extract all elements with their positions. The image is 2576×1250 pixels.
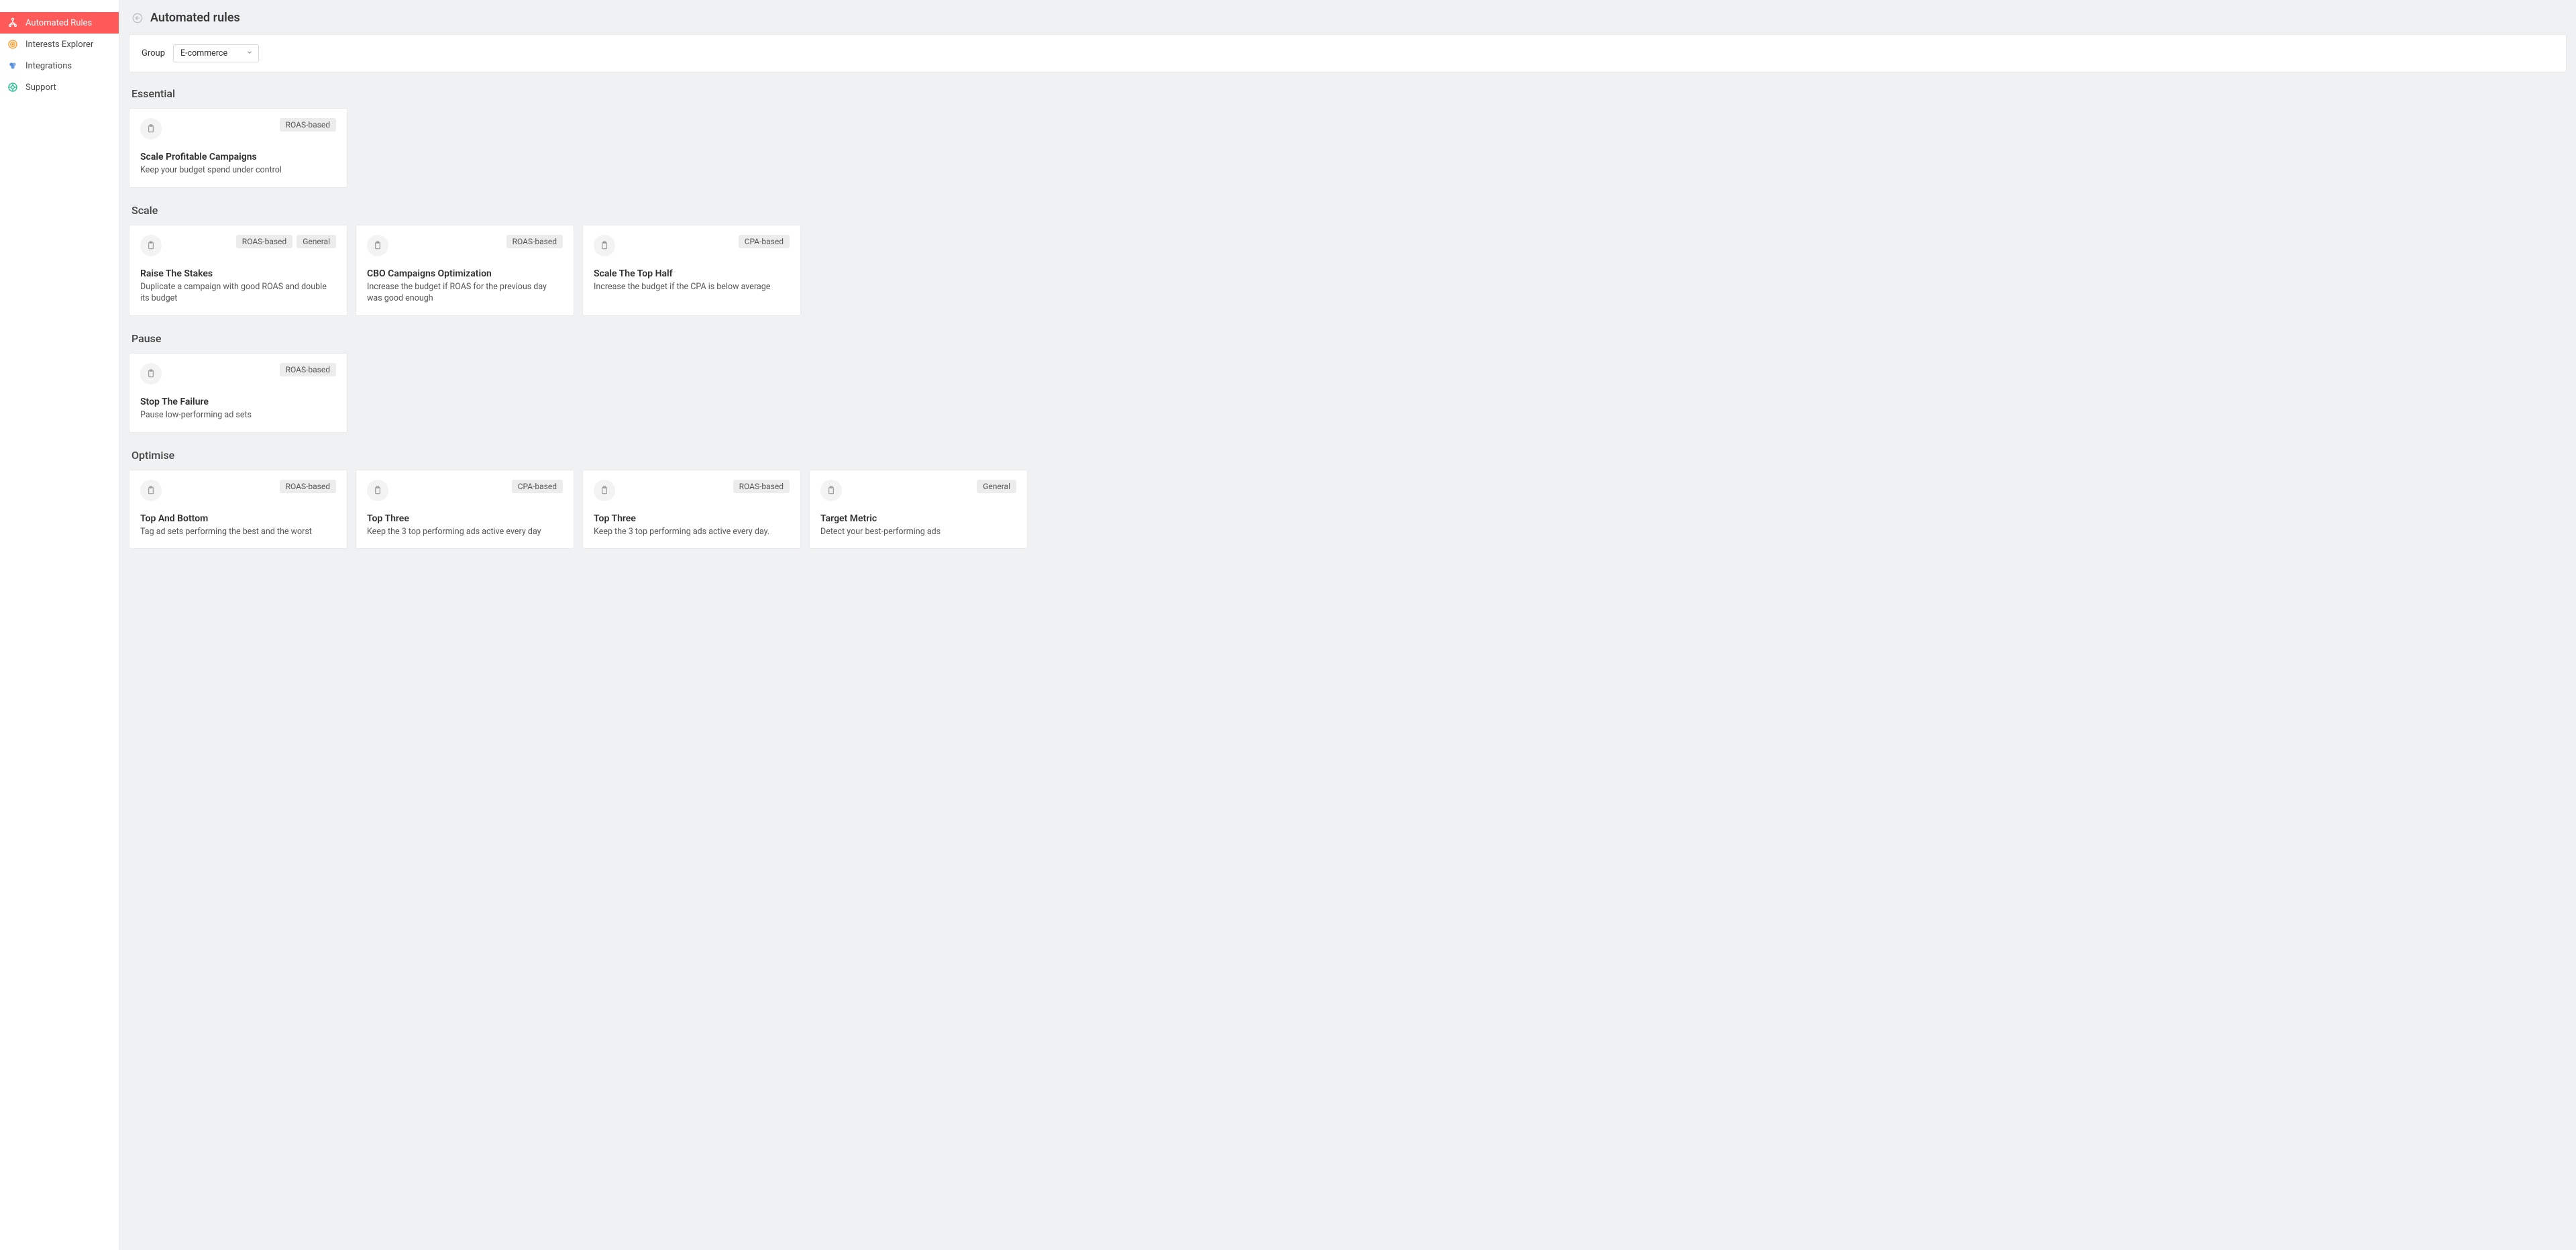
section-title: Pause (131, 332, 2567, 345)
card-grid: ROAS-based Top And Bottom Tag ad sets perf… (129, 470, 2567, 550)
sidebar-item-label: Automated Rules (25, 18, 92, 28)
section-title: Essential (131, 87, 2567, 100)
sections-container: Essential ROAS-based Scale Profitable Camp… (129, 87, 2567, 549)
tag-row: General (977, 480, 1016, 493)
tag-badge: ROAS-based (733, 480, 790, 493)
card-description: Detect your best-performing ads (820, 527, 1016, 538)
tag-row: ROAS-based (506, 235, 563, 248)
sidebar-item-integrations[interactable]: Integrations (0, 55, 119, 76)
rule-card[interactable]: ROAS-based Scale Profitable Campaigns Keep… (129, 108, 347, 188)
tag-badge: CPA-based (739, 235, 790, 248)
tag-row: ROAS-based (280, 480, 336, 493)
card-description: Keep the 3 top performing ads active eve… (594, 527, 790, 538)
card-top: ROAS-based (594, 480, 790, 501)
card-top: ROAS-based (140, 118, 336, 140)
page-header: Automated rules (131, 11, 2567, 25)
card-top: CPA-based (594, 235, 790, 256)
section-title: Scale (131, 204, 2567, 217)
group-select[interactable]: E-commerce (173, 44, 259, 62)
clipboard-icon (820, 480, 842, 501)
tag-badge: General (977, 480, 1016, 493)
group-filter-bar: Group E-commerce (129, 34, 2567, 72)
rule-card[interactable]: CPA-based Top Three Keep the 3 top perform… (356, 470, 574, 550)
card-description: Keep your budget spend under control (140, 165, 336, 176)
card-title: Top And Bottom (140, 513, 336, 524)
page-title: Automated rules (150, 11, 240, 25)
sidebar: Automated Rules Interests Explorer Integ… (0, 0, 119, 1250)
tag-badge: ROAS-based (280, 480, 336, 493)
clipboard-icon (594, 235, 615, 256)
tag-badge: ROAS-based (236, 235, 292, 248)
tag-row: ROAS-based (280, 363, 336, 376)
card-title: Top Three (594, 513, 790, 524)
card-top: General (820, 480, 1016, 501)
tag-badge: General (297, 235, 336, 248)
rule-card[interactable]: ROAS-based General Raise The Stakes Duplica… (129, 225, 347, 316)
group-label: Group (142, 48, 165, 58)
clipboard-icon (140, 363, 162, 384)
main-content: Automated rules Group E-commerce Essenti… (119, 0, 2576, 1250)
group-select-value: E-commerce (180, 48, 227, 58)
sidebar-item-label: Support (25, 83, 56, 93)
clipboard-icon (140, 480, 162, 501)
tag-row: ROAS-based General (236, 235, 336, 248)
rule-card[interactable]: ROAS-based Top Three Keep the 3 top perfor… (582, 470, 801, 550)
section: Scale ROAS-based General Raise The Stakes Du… (129, 204, 2567, 316)
tag-row: ROAS-based (280, 118, 336, 132)
tag-row: CPA-based (512, 480, 563, 493)
card-title: CBO Campaigns Optimization (367, 268, 563, 279)
card-description: Tag ad sets performing the best and the … (140, 527, 336, 538)
automated-rules-icon (7, 17, 19, 29)
card-description: Duplicate a campaign with good ROAS and … (140, 282, 336, 305)
section-title: Optimise (131, 449, 2567, 462)
card-description: Increase the budget if ROAS for the prev… (367, 282, 563, 305)
card-description: Increase the budget if the CPA is below … (594, 282, 790, 293)
clipboard-icon (594, 480, 615, 501)
rule-card[interactable]: General Target Metric Detect your best-per… (809, 470, 1028, 550)
card-title: Top Three (367, 513, 563, 524)
sidebar-item-label: Interests Explorer (25, 40, 93, 50)
card-top: ROAS-based (140, 363, 336, 384)
card-title: Stop The Failure (140, 397, 336, 407)
target-icon (7, 38, 19, 50)
card-grid: ROAS-based General Raise The Stakes Duplica… (129, 225, 2567, 316)
clipboard-icon (367, 480, 388, 501)
card-grid: ROAS-based Stop The Failure Pause low-perf… (129, 353, 2567, 433)
card-title: Scale The Top Half (594, 268, 790, 279)
card-title: Target Metric (820, 513, 1016, 524)
card-grid: ROAS-based Scale Profitable Campaigns Keep… (129, 108, 2567, 188)
tag-badge: CPA-based (512, 480, 563, 493)
sidebar-item-label: Integrations (25, 61, 72, 71)
chevron-down-icon (246, 48, 253, 58)
card-top: ROAS-based (367, 235, 563, 256)
sidebar-item-automated-rules[interactable]: Automated Rules (0, 12, 119, 34)
rule-card[interactable]: ROAS-based Stop The Failure Pause low-perf… (129, 353, 347, 433)
rule-card[interactable]: ROAS-based CBO Campaigns Optimization Incr… (356, 225, 574, 316)
section: Pause ROAS-based Stop The Failure Pause low… (129, 332, 2567, 433)
card-top: ROAS-based General (140, 235, 336, 256)
sidebar-item-support[interactable]: Support (0, 76, 119, 98)
card-title: Raise The Stakes (140, 268, 336, 279)
tag-row: CPA-based (739, 235, 790, 248)
clipboard-icon (367, 235, 388, 256)
integrations-icon (7, 60, 19, 72)
tag-badge: ROAS-based (280, 118, 336, 132)
tag-badge: ROAS-based (280, 363, 336, 376)
sidebar-item-interests-explorer[interactable]: Interests Explorer (0, 34, 119, 55)
back-button[interactable] (131, 12, 144, 24)
rule-card[interactable]: CPA-based Scale The Top Half Increase the … (582, 225, 801, 316)
section: Optimise ROAS-based Top And Bottom Tag ad s… (129, 449, 2567, 550)
card-description: Pause low-performing ad sets (140, 410, 336, 421)
section: Essential ROAS-based Scale Profitable Camp… (129, 87, 2567, 188)
tag-badge: ROAS-based (506, 235, 563, 248)
card-top: ROAS-based (140, 480, 336, 501)
card-title: Scale Profitable Campaigns (140, 152, 336, 162)
support-icon (7, 81, 19, 93)
clipboard-icon (140, 118, 162, 140)
clipboard-icon (140, 235, 162, 256)
rule-card[interactable]: ROAS-based Top And Bottom Tag ad sets perf… (129, 470, 347, 550)
tag-row: ROAS-based (733, 480, 790, 493)
card-top: CPA-based (367, 480, 563, 501)
card-description: Keep the 3 top performing ads active eve… (367, 527, 563, 538)
